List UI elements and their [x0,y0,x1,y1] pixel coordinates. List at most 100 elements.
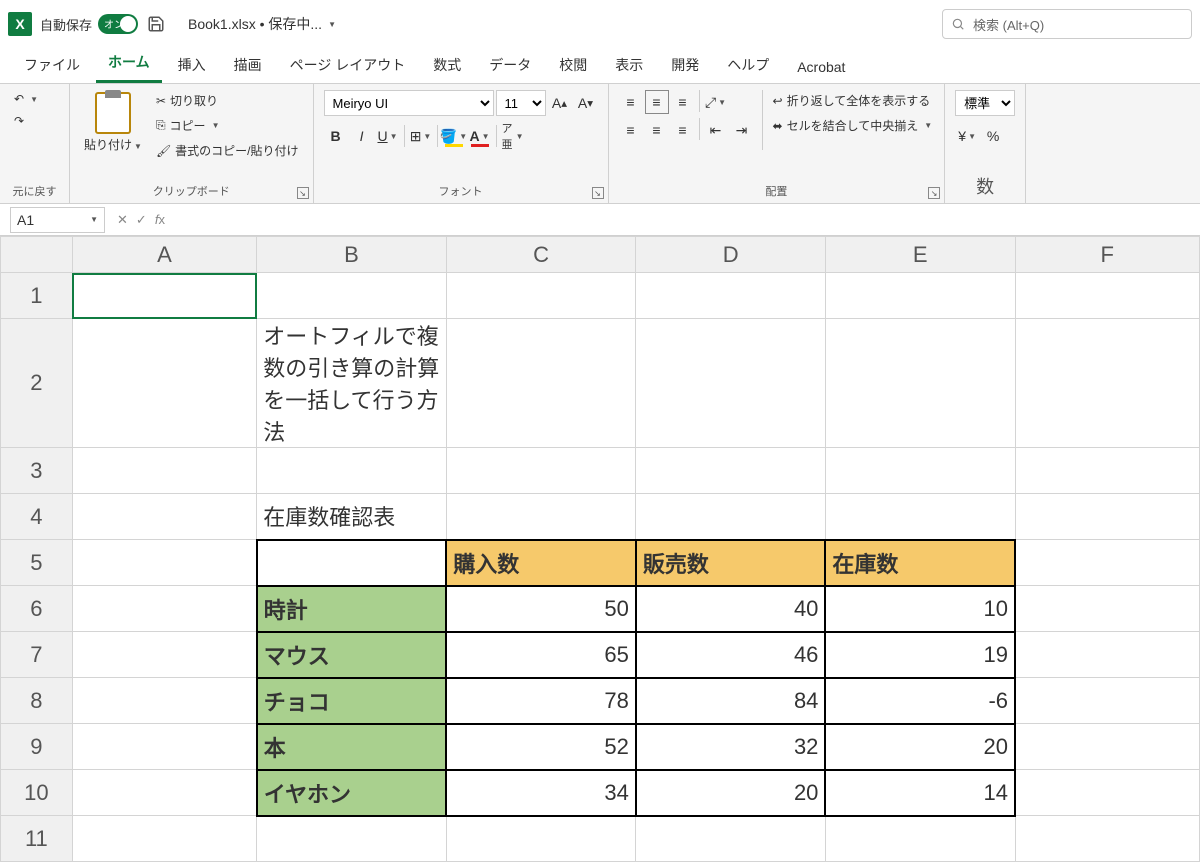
autosave-toggle[interactable]: 自動保存 オン [40,14,138,34]
cell-A6[interactable] [72,586,256,632]
tab-描画[interactable]: 描画 [222,47,274,83]
cell-B10[interactable]: イヤホン [257,770,447,816]
enter-formula-icon[interactable]: ✓ [136,212,147,228]
cell-C3[interactable] [446,448,636,494]
cell-F1[interactable] [1015,273,1200,319]
row-header-2[interactable]: 2 [1,319,73,448]
cell-E8[interactable]: -6 [825,678,1015,724]
format-painter-button[interactable]: 🖌書式のコピー/貼り付け [152,140,303,161]
cut-button[interactable]: ✂切り取り [152,90,222,111]
cell-D10[interactable]: 20 [636,770,826,816]
cell-B6[interactable]: 時計 [257,586,447,632]
cell-A1[interactable] [72,273,256,319]
toggle-switch[interactable]: オン [98,14,138,34]
dialog-launcher-icon[interactable]: ↘ [928,187,940,199]
cell-D7[interactable]: 46 [636,632,826,678]
cell-A8[interactable] [72,678,256,724]
align-middle-button[interactable]: ≡ [645,90,669,114]
cell-E3[interactable] [825,448,1015,494]
cell-A11[interactable] [72,816,256,862]
cell-C8[interactable]: 78 [446,678,636,724]
tab-表示[interactable]: 表示 [603,47,655,83]
cell-D3[interactable] [636,448,826,494]
increase-indent-button[interactable]: ⇥ [730,118,754,142]
tab-ヘルプ[interactable]: ヘルプ [715,47,781,83]
cell-C6[interactable]: 50 [446,586,636,632]
tab-挿入[interactable]: 挿入 [166,47,218,83]
cancel-formula-icon[interactable]: ✕ [117,212,128,228]
cell-D4[interactable] [636,494,826,540]
row-header-4[interactable]: 4 [1,494,73,540]
row-header-1[interactable]: 1 [1,273,73,319]
row-header-6[interactable]: 6 [1,586,73,632]
copy-button[interactable]: ⎘コピー▼ [152,115,224,136]
phonetic-button[interactable]: ア亜▼ [501,124,525,148]
cell-A3[interactable] [72,448,256,494]
cell-B2[interactable]: オートフィルで複数の引き算の計算を一括して行う方法 [257,319,447,448]
cell-C7[interactable]: 65 [446,632,636,678]
cell-F5[interactable] [1015,540,1200,586]
number-format-select[interactable]: 標準 [955,90,1015,116]
cell-E1[interactable] [825,273,1015,319]
spreadsheet-grid[interactable]: ABCDEF12オートフィルで複数の引き算の計算を一括して行う方法34在庫数確認… [0,236,1200,862]
cell-D5[interactable]: 販売数 [636,540,826,586]
cell-C9[interactable]: 52 [446,724,636,770]
cell-F3[interactable] [1015,448,1200,494]
cell-D11[interactable] [636,816,826,862]
cell-F2[interactable] [1015,319,1200,448]
row-header-7[interactable]: 7 [1,632,73,678]
cell-D1[interactable] [636,273,826,319]
cell-C11[interactable] [446,816,636,862]
percent-button[interactable]: % [981,124,1005,148]
fx-icon[interactable]: fx [155,212,165,227]
cell-D2[interactable] [636,319,826,448]
tab-開発[interactable]: 開発 [659,47,711,83]
underline-button[interactable]: U▼ [376,124,400,148]
align-bottom-button[interactable]: ≡ [671,90,695,114]
cell-C5[interactable]: 購入数 [446,540,636,586]
cell-A4[interactable] [72,494,256,540]
align-center-button[interactable]: ≡ [645,118,669,142]
cell-C2[interactable] [446,319,636,448]
decrease-indent-button[interactable]: ⇤ [704,118,728,142]
tab-ホーム[interactable]: ホーム [96,44,162,83]
formula-input[interactable] [173,207,1200,233]
cell-E9[interactable]: 20 [825,724,1015,770]
name-box[interactable]: A1 ▼ [10,207,105,233]
cell-F8[interactable] [1015,678,1200,724]
cell-E11[interactable] [825,816,1015,862]
row-header-9[interactable]: 9 [1,724,73,770]
cell-B4[interactable]: 在庫数確認表 [257,494,447,540]
tab-数式[interactable]: 数式 [421,47,473,83]
cell-F11[interactable] [1015,816,1200,862]
align-left-button[interactable]: ≡ [619,118,643,142]
row-header-8[interactable]: 8 [1,678,73,724]
cell-A2[interactable] [72,319,256,448]
redo-button[interactable]: ↷ [10,112,28,130]
border-button[interactable]: ⊞▼ [409,124,433,148]
cell-B7[interactable]: マウス [257,632,447,678]
column-header-D[interactable]: D [636,237,826,273]
column-header-A[interactable]: A [72,237,256,273]
cell-D6[interactable]: 40 [636,586,826,632]
font-size-select[interactable]: 11 [496,90,546,116]
align-top-button[interactable]: ≡ [619,90,643,114]
undo-button[interactable]: ↶▼ [10,90,42,108]
cell-F7[interactable] [1015,632,1200,678]
cell-F10[interactable] [1015,770,1200,816]
cell-D9[interactable]: 32 [636,724,826,770]
filename[interactable]: Book1.xlsx • 保存中... ▼ [188,14,336,34]
column-header-E[interactable]: E [825,237,1015,273]
cell-F4[interactable] [1015,494,1200,540]
decrease-font-button[interactable]: A▾ [574,91,598,115]
cell-C10[interactable]: 34 [446,770,636,816]
column-header-C[interactable]: C [446,237,636,273]
tab-ページ レイアウト[interactable]: ページ レイアウト [278,47,418,83]
fill-color-button[interactable]: 🪣▼ [442,124,466,148]
paste-button[interactable]: 貼り付け▼ [80,90,146,155]
row-header-5[interactable]: 5 [1,540,73,586]
cell-B9[interactable]: 本 [257,724,447,770]
italic-button[interactable]: I [350,124,374,148]
cell-A7[interactable] [72,632,256,678]
select-all-corner[interactable] [1,237,73,273]
